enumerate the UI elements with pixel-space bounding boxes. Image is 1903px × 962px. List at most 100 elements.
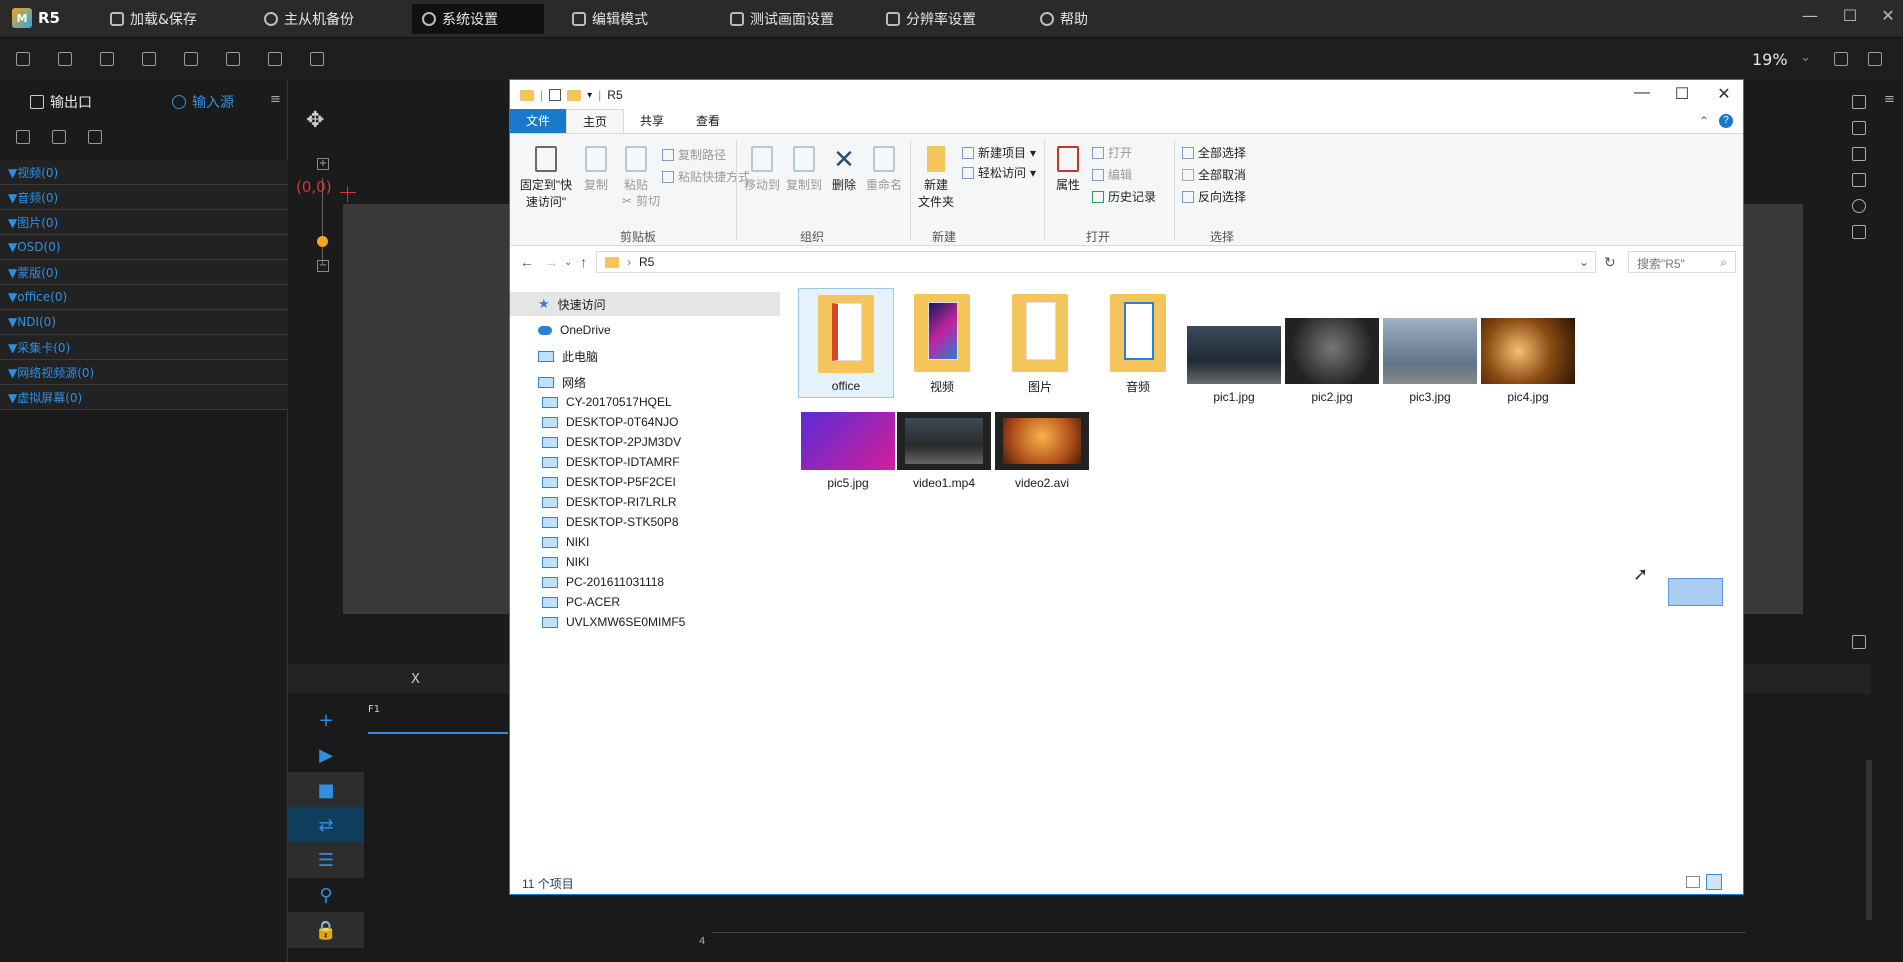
delete-button[interactable]: ✕ 删除 — [826, 146, 862, 193]
nav-quick-access[interactable]: ★ 快速访问 — [510, 292, 780, 316]
folder-video[interactable]: 视频 — [894, 294, 990, 395]
tree-item-osd[interactable]: ▼OSD(0) — [0, 235, 288, 260]
grid-view-icon[interactable] — [88, 130, 102, 144]
new-item-button[interactable]: 新建项目 ▾ — [962, 144, 1036, 161]
recent-dropdown-icon[interactable]: ⌄ — [564, 257, 572, 268]
copy-to-button[interactable]: 复制到 — [784, 146, 824, 193]
move-down-icon[interactable] — [1852, 121, 1866, 135]
ribbon-collapse-icon[interactable]: ⌃ — [1699, 114, 1709, 128]
pin-quick-access-button[interactable]: 固定到"快速访问" — [516, 146, 576, 210]
menu-help[interactable]: 帮助 — [1030, 0, 1098, 38]
loop-button[interactable]: ⇄ — [288, 807, 364, 843]
add-button[interactable]: + — [288, 702, 364, 738]
add-folder-icon[interactable] — [16, 130, 30, 144]
edit-button[interactable]: 编辑 — [1092, 166, 1132, 183]
move-to-button[interactable]: 移动到 — [742, 146, 782, 193]
tree-item-ndi[interactable]: ▼NDI(0) — [0, 310, 288, 335]
file-pic5[interactable]: pic5.jpg — [800, 412, 896, 490]
file-pic2[interactable]: pic2.jpg — [1284, 318, 1380, 404]
history-button[interactable]: 历史记录 — [1092, 188, 1156, 205]
lock-button[interactable]: 🔒 — [288, 912, 364, 948]
open-icon[interactable] — [58, 52, 72, 66]
file-pic1[interactable]: pic1.jpg — [1186, 326, 1282, 404]
properties-button[interactable]: 属性 — [1048, 146, 1088, 193]
clean-button[interactable]: ⚲ — [288, 877, 364, 913]
menu-resolution[interactable]: 分辨率设置 — [876, 0, 986, 38]
file-video1[interactable]: video1.mp4 — [896, 412, 992, 490]
tab-view[interactable]: 查看 — [680, 109, 736, 133]
menu-edit-mode[interactable]: 编辑模式 — [562, 0, 658, 38]
panel-menu-icon[interactable]: ≡ — [270, 92, 281, 107]
easy-access-button[interactable]: 轻松访问 ▾ — [962, 164, 1036, 181]
tree-item-image[interactable]: ▼图片(0) — [0, 210, 288, 235]
menu-test-pattern[interactable]: 测试画面设置 — [720, 0, 844, 38]
address-dropdown-icon[interactable]: ⌄ — [1579, 255, 1589, 269]
file-video2[interactable]: video2.avi — [994, 412, 1090, 490]
refresh-icon[interactable]: ↻ — [1604, 254, 1616, 271]
timeline-scrollbar[interactable] — [1866, 760, 1872, 920]
image-icon[interactable] — [310, 52, 324, 66]
up-icon[interactable]: ↑ — [580, 254, 587, 270]
app-maximize-button[interactable]: ☐ — [1836, 6, 1864, 25]
invert-selection-button[interactable]: 反向选择 — [1182, 188, 1246, 205]
zoom-level[interactable]: 19% — [1752, 50, 1788, 69]
folder-audio[interactable]: 音频 — [1090, 294, 1186, 395]
help-icon[interactable]: ? — [1719, 114, 1733, 128]
menu-system-settings[interactable]: 系统设置 — [412, 4, 544, 34]
zoom-in-icon[interactable]: + — [317, 158, 329, 170]
chevron-down-icon[interactable]: ⌄ — [1800, 50, 1811, 65]
zoom-slider-handle[interactable] — [317, 236, 328, 247]
qat-dropdown-icon[interactable]: ▾ — [587, 90, 592, 101]
clear-icon[interactable] — [1852, 199, 1866, 213]
move-bottom-icon[interactable] — [1852, 173, 1866, 187]
pan-icon[interactable]: ✥ — [306, 108, 324, 133]
app-minimize-button[interactable]: — — [1796, 6, 1824, 25]
large-icons-view-icon[interactable] — [1706, 874, 1722, 890]
new-icon[interactable] — [16, 52, 30, 66]
tree-item-capture[interactable]: ▼采集卡(0) — [0, 335, 288, 360]
paste-button[interactable]: 粘贴 — [618, 146, 654, 193]
nav-this-pc[interactable]: 此电脑 — [510, 344, 780, 368]
zoom-out-icon[interactable]: − — [317, 260, 329, 272]
select-all-button[interactable]: 全部选择 — [1182, 144, 1246, 161]
copy-button[interactable]: 复制 — [578, 146, 614, 193]
app-close-button[interactable]: ✕ — [1874, 6, 1902, 25]
tab-input[interactable]: 输入源 — [172, 92, 234, 112]
stop-button[interactable]: ■ — [288, 772, 364, 808]
back-icon[interactable]: ← — [520, 254, 534, 270]
tree-item-office[interactable]: ▼office(0) — [0, 285, 288, 310]
focus-icon[interactable] — [1852, 635, 1866, 649]
tree-item-network-video[interactable]: ▼网络视频源(0) — [0, 360, 288, 385]
menu-backup[interactable]: 主从机备份 — [254, 0, 364, 38]
right-menu-icon[interactable]: ≡ — [1884, 92, 1895, 107]
forward-icon[interactable]: → — [544, 254, 558, 270]
tab-share[interactable]: 共享 — [624, 109, 680, 133]
file-pic4[interactable]: pic4.jpg — [1480, 318, 1576, 404]
copy-icon[interactable] — [226, 52, 240, 66]
tab-home[interactable]: 主页 — [566, 109, 625, 133]
tree-item-virtual-screen[interactable]: ▼虚拟屏幕(0) — [0, 385, 288, 410]
folder-office[interactable]: office — [798, 288, 894, 398]
copy-path-button[interactable]: 复制路径 — [662, 146, 726, 163]
cut-button[interactable]: ✂ 剪切 — [622, 192, 660, 209]
nav-onedrive[interactable]: OneDrive — [510, 318, 780, 342]
close-button[interactable]: ✕ — [1704, 84, 1744, 104]
delete-icon[interactable] — [52, 130, 66, 144]
tab-output[interactable]: 输出口 — [30, 92, 92, 112]
file-pic3[interactable]: pic3.jpg — [1382, 318, 1478, 404]
details-view-icon[interactable] — [1686, 876, 1700, 888]
tree-item-audio[interactable]: ▼音频(0) — [0, 185, 288, 210]
align-button[interactable]: ☰ — [288, 842, 364, 878]
rename-button[interactable]: 重命名 — [864, 146, 904, 193]
move-top-icon[interactable] — [1852, 95, 1866, 109]
tree-item-video[interactable]: ▼视频(0) — [0, 160, 288, 185]
nav-computer[interactable]: UVLXMW6SE0MIMF5 — [510, 610, 780, 634]
save-icon[interactable] — [100, 52, 114, 66]
open-button[interactable]: 打开 — [1092, 144, 1132, 161]
new-folder-button[interactable]: 新建 文件夹 — [916, 146, 956, 210]
export-icon[interactable] — [268, 52, 282, 66]
tab-file[interactable]: 文件 — [510, 109, 567, 133]
folder-images[interactable]: 图片 — [992, 294, 1088, 395]
save-as-icon[interactable] — [142, 52, 156, 66]
tree-item-mask[interactable]: ▼蒙版(0) — [0, 260, 288, 285]
